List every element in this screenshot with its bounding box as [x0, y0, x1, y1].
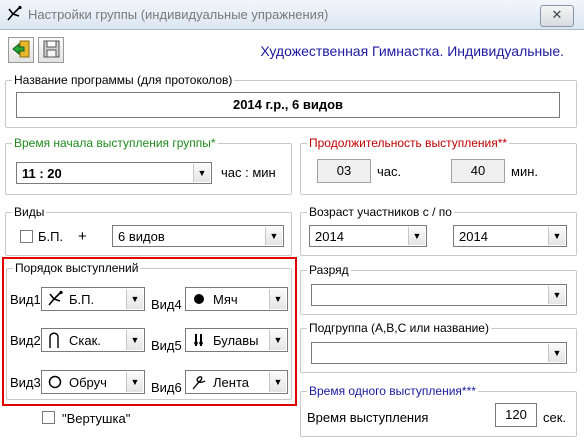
- order-kind1-select[interactable]: Б.П. ▼: [41, 287, 145, 311]
- chevron-down-icon[interactable]: ▼: [193, 164, 210, 182]
- bp-checkbox[interactable]: [20, 230, 33, 243]
- order-kind2-select[interactable]: Скак. ▼: [41, 328, 145, 352]
- ribbon-icon: [190, 373, 208, 394]
- duration-minutes-value: 40: [470, 163, 486, 178]
- duration-legend: Продолжительность выступления**: [307, 136, 510, 150]
- kinds-legend: Виды: [12, 205, 47, 219]
- order-kind4-select[interactable]: Мяч ▼: [185, 287, 288, 311]
- order-kind5-select[interactable]: Булавы ▼: [185, 328, 288, 352]
- order-kind3-select[interactable]: Обруч ▼: [41, 370, 145, 394]
- order-legend: Порядок выступлений: [13, 261, 141, 275]
- chevron-down-icon[interactable]: ▼: [548, 227, 565, 245]
- program-name-input[interactable]: 2014 г.р., 6 видов: [16, 92, 560, 118]
- rank-select[interactable]: ▼: [311, 284, 567, 306]
- duration-hours-field: 03: [317, 159, 371, 183]
- performance-unit: сек.: [543, 410, 567, 425]
- order-kind3-value: Обруч: [69, 375, 107, 390]
- save-icon: [40, 40, 62, 63]
- age-legend: Возраст участников с / по: [307, 205, 454, 219]
- kinds-value: 6 видов: [118, 229, 165, 244]
- order-group: Порядок выступлений Вид1 Б.П. ▼ Вид2 Ска…: [6, 261, 292, 400]
- window-title: Настройки группы (индивидуальные упражне…: [28, 7, 329, 22]
- order-kind2-label: Вид2: [10, 333, 41, 348]
- age-from-value: 2014: [315, 229, 344, 244]
- ball-icon: [190, 290, 208, 311]
- program-name-group: Название программы (для протоколов) 2014…: [5, 73, 577, 128]
- kinds-group: Виды Б.П. + 6 видов ▼: [5, 205, 292, 256]
- spin-label: "Вертушка": [62, 411, 131, 426]
- hoop-icon: [46, 373, 64, 394]
- start-time-unit: час : мин: [221, 165, 276, 180]
- order-kind4-value: Мяч: [213, 292, 238, 307]
- chevron-down-icon[interactable]: ▼: [269, 289, 286, 309]
- age-to-select[interactable]: 2014 ▼: [453, 225, 567, 247]
- gymnast-icon: [46, 290, 64, 311]
- duration-hours-value: 03: [336, 163, 352, 178]
- title-bar: Настройки группы (индивидуальные упражне…: [0, 0, 584, 30]
- chevron-down-icon[interactable]: ▼: [548, 286, 565, 304]
- start-time-value: 11 : 20: [22, 166, 62, 181]
- order-kind2-value: Скак.: [69, 333, 101, 348]
- age-group: Возраст участников с / по 2014 ▼ 2014 ▼: [300, 205, 577, 256]
- performance-time-input[interactable]: 120: [495, 403, 537, 427]
- performance-time-value: 120: [505, 407, 527, 422]
- program-name-value: 2014 г.р., 6 видов: [232, 97, 344, 112]
- subgroup-group: Подгруппа (А,В,С или название) ▼: [300, 321, 577, 373]
- order-kind1-label: Вид1: [10, 292, 41, 307]
- order-kind4-label: Вид4: [151, 297, 182, 312]
- chevron-down-icon[interactable]: ▼: [408, 227, 425, 245]
- spin-checkbox[interactable]: [42, 411, 55, 424]
- exit-icon: [10, 40, 32, 63]
- order-kind5-value: Булавы: [213, 333, 259, 348]
- app-title: Художественная Гимнастка. Индивидуальные…: [260, 43, 564, 59]
- performance-group: Время одного выступления*** Время выступ…: [300, 384, 577, 437]
- order-kind6-select[interactable]: Лента ▼: [185, 370, 288, 394]
- rope-icon: [46, 331, 64, 352]
- performance-label: Время выступления: [307, 410, 429, 425]
- rank-group: Разряд ▼: [300, 263, 577, 315]
- duration-minutes-label: мин.: [511, 164, 538, 179]
- duration-minutes-field: 40: [451, 159, 505, 183]
- chevron-down-icon[interactable]: ▼: [126, 289, 143, 309]
- bp-label: Б.П.: [38, 229, 64, 244]
- chevron-down-icon[interactable]: ▼: [269, 330, 286, 350]
- chevron-down-icon[interactable]: ▼: [548, 344, 565, 362]
- chevron-down-icon[interactable]: ▼: [265, 227, 282, 245]
- toolbar: Художественная Гимнастка. Индивидуальные…: [0, 31, 584, 69]
- performance-legend: Время одного выступления***: [307, 384, 478, 398]
- plus-sign: +: [78, 228, 87, 245]
- chevron-down-icon[interactable]: ▼: [269, 372, 286, 392]
- subgroup-legend: Подгруппа (А,В,С или название): [307, 321, 491, 335]
- order-kind3-label: Вид3: [10, 375, 41, 390]
- subgroup-select[interactable]: ▼: [311, 342, 567, 364]
- close-button[interactable]: ✕: [540, 5, 574, 27]
- order-kind5-label: Вид5: [151, 338, 182, 353]
- start-time-legend: Время начала выступления группы*: [12, 136, 218, 150]
- age-to-value: 2014: [459, 229, 488, 244]
- exit-button[interactable]: [8, 37, 34, 63]
- chevron-down-icon[interactable]: ▼: [126, 330, 143, 350]
- duration-group: Продолжительность выступления** 03 час. …: [300, 136, 577, 195]
- kinds-select[interactable]: 6 видов ▼: [112, 225, 284, 247]
- age-from-select[interactable]: 2014 ▼: [309, 225, 427, 247]
- start-time-group: Время начала выступления группы* 11 : 20…: [5, 136, 292, 195]
- close-icon: ✕: [551, 7, 563, 22]
- duration-hours-label: час.: [377, 164, 402, 179]
- order-kind1-value: Б.П.: [69, 292, 95, 307]
- rank-legend: Разряд: [307, 263, 351, 277]
- order-kind6-value: Лента: [213, 375, 249, 390]
- chevron-down-icon[interactable]: ▼: [126, 372, 143, 392]
- app-gymnast-icon: [4, 5, 24, 25]
- clubs-icon: [190, 331, 208, 352]
- program-name-legend: Название программы (для протоколов): [12, 73, 235, 87]
- start-time-select[interactable]: 11 : 20 ▼: [16, 162, 212, 184]
- save-button[interactable]: [38, 37, 64, 63]
- order-kind6-label: Вид6: [151, 380, 182, 395]
